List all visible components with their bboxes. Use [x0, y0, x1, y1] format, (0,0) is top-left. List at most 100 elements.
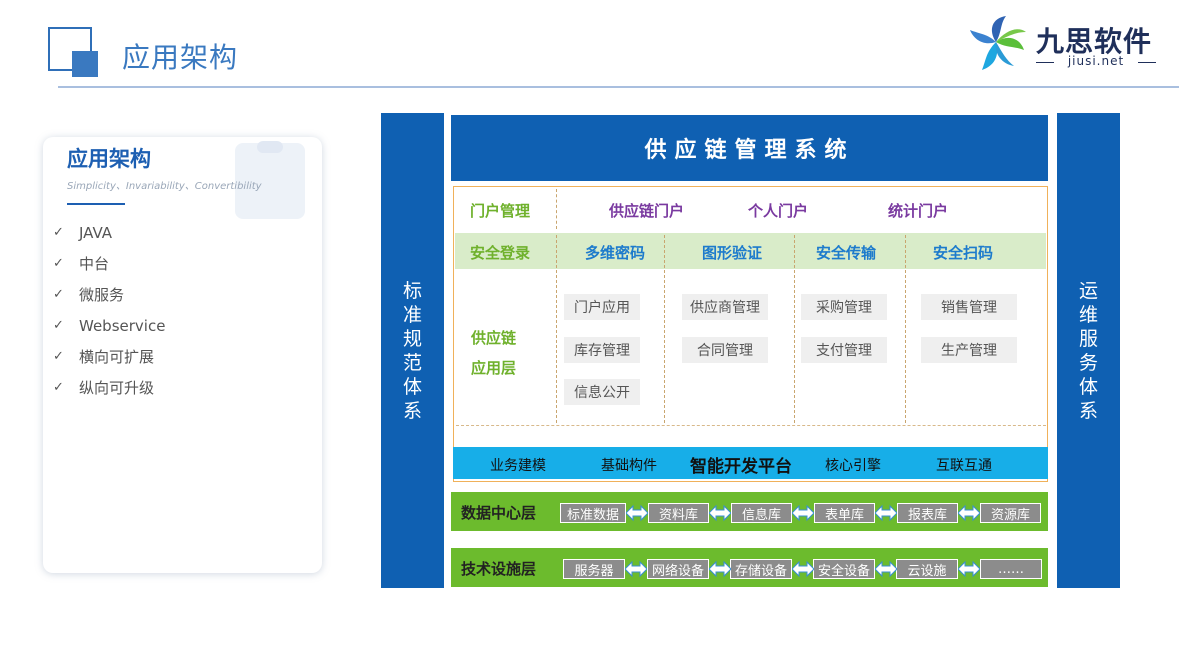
module-box: 采购管理	[801, 294, 887, 320]
list-item-label: JAVA	[79, 223, 113, 242]
list-item: ✓ 纵向可升级	[53, 372, 165, 403]
module-box: 库存管理	[564, 337, 640, 363]
portal-item: 统计门户	[888, 202, 949, 220]
module-box: 支付管理	[801, 337, 887, 363]
double-arrow-icon	[958, 504, 980, 522]
card-title-underline	[67, 203, 125, 205]
layer-chip: 安全设备	[813, 559, 875, 579]
layer-chip: 服务器	[563, 559, 625, 579]
portal-item: 个人门户	[748, 202, 809, 220]
list-item-label: 横向可扩展	[79, 348, 155, 366]
list-item-label: 微服务	[79, 286, 125, 304]
divider	[794, 235, 795, 423]
portal-item: 供应链门户	[609, 202, 685, 220]
portal-row: 门户管理 供应链门户 个人门户 统计门户	[454, 187, 1047, 231]
dev-platform-bar: 业务建模 基础构件 智能开发平台 核心引擎 互联互通	[453, 447, 1048, 479]
list-item: ✓ JAVA	[53, 217, 165, 248]
double-arrow-icon	[709, 504, 731, 522]
double-arrow-icon	[875, 560, 897, 578]
logo-swirl-icon	[970, 16, 1026, 70]
double-arrow-icon	[792, 560, 814, 578]
info-card: 应用架构 Simplicity、Invariability、Convertibi…	[43, 137, 322, 573]
module-box: 门户应用	[564, 294, 640, 320]
double-arrow-icon	[958, 560, 980, 578]
check-icon: ✓	[53, 287, 64, 302]
layer-chip: 标准数据	[560, 503, 626, 523]
list-item-label: 中台	[79, 255, 110, 273]
system-title-bar: 供应链管理系统	[451, 115, 1048, 181]
ops-service-column: 运 维 服 务 体 系	[1057, 113, 1120, 588]
app-layer-label: 供应链	[471, 329, 517, 347]
standards-system-column: 标 准 规 范 体 系	[381, 113, 444, 588]
slide: 应用架构 九思软件 jiusi.net 应用架构 Simplicity、Inva…	[0, 0, 1179, 660]
check-icon: ✓	[53, 349, 64, 364]
module-box: 销售管理	[921, 294, 1017, 320]
side-char: 规	[402, 327, 422, 350]
page-title: 应用架构	[122, 41, 239, 74]
check-icon: ✓	[53, 318, 64, 333]
double-arrow-icon	[625, 560, 647, 578]
layer-label: 技术设施层	[461, 560, 537, 578]
side-char: 维	[1078, 303, 1098, 326]
double-arrow-icon	[626, 504, 648, 522]
module-box: 供应商管理	[682, 294, 768, 320]
divider	[456, 425, 1046, 426]
side-char: 准	[402, 303, 422, 326]
divider	[905, 235, 906, 423]
security-item: 多维密码	[585, 244, 646, 262]
list-item: ✓ 横向可扩展	[53, 341, 165, 372]
list-item: ✓ Webservice	[53, 310, 165, 341]
side-char: 体	[1078, 375, 1098, 398]
card-title: 应用架构	[67, 147, 151, 171]
header-decor-square-filled	[72, 51, 98, 77]
layer-chip: 表单库	[814, 503, 875, 523]
card-subtitle: Simplicity、Invariability、Convertibility	[67, 181, 262, 192]
application-box: 门户管理 供应链门户 个人门户 统计门户 安全登录 多维密码 图形验证 安全传输…	[453, 186, 1048, 482]
list-item-label: Webservice	[79, 316, 166, 335]
double-arrow-icon	[792, 504, 814, 522]
side-char: 系	[402, 399, 422, 422]
brand-logo: 九思软件 jiusi.net	[966, 12, 1166, 72]
divider	[664, 235, 665, 423]
platform-item: 基础构件	[601, 458, 657, 474]
side-char: 标	[402, 279, 422, 302]
app-layer-label: 应用层	[471, 359, 517, 377]
platform-item: 业务建模	[490, 458, 546, 474]
double-arrow-icon	[875, 504, 897, 522]
security-item: 安全扫码	[933, 244, 994, 262]
layer-label: 数据中心层	[461, 504, 537, 522]
check-icon: ✓	[53, 380, 64, 395]
side-char: 系	[1078, 399, 1098, 422]
side-char: 服	[1078, 327, 1098, 350]
layer-chip: 资源库	[980, 503, 1041, 523]
platform-item: 核心引擎	[825, 458, 881, 474]
module-box: 信息公开	[564, 379, 640, 405]
portal-label: 门户管理	[470, 202, 531, 220]
side-char: 务	[1078, 351, 1098, 374]
security-item: 图形验证	[702, 244, 763, 262]
layer-chip: ……	[980, 559, 1042, 579]
side-char: 范	[402, 351, 422, 374]
layer-chip: 云设施	[896, 559, 958, 579]
feature-list: ✓ JAVA ✓ 中台 ✓ 微服务 ✓ Webservice ✓ 横向可扩展 ✓ 纵向可升级	[53, 217, 165, 403]
layer-chip: 信息库	[731, 503, 792, 523]
platform-title: 智能开发平台	[690, 457, 792, 477]
list-item-label: 纵向可升级	[79, 379, 155, 397]
check-icon: ✓	[53, 225, 64, 240]
module-box: 合同管理	[682, 337, 768, 363]
layer-chip: 存储设备	[730, 559, 792, 579]
security-label: 安全登录	[470, 244, 531, 262]
tech-infrastructure-layer: 技术设施层 服务器 网络设备 存储设备 安全设备 云设施 ……	[451, 548, 1048, 587]
layer-chip: 网络设备	[647, 559, 709, 579]
list-item: ✓ 微服务	[53, 279, 165, 310]
side-char: 体	[402, 375, 422, 398]
data-center-layer: 数据中心层 标准数据 资料库 信息库 表单库 报表库 资源库	[451, 492, 1048, 531]
security-row: 安全登录 多维密码 图形验证 安全传输 安全扫码	[455, 233, 1046, 269]
divider	[556, 189, 557, 229]
divider	[556, 235, 557, 423]
header-divider	[58, 86, 1179, 88]
check-icon: ✓	[53, 256, 64, 271]
layer-chip: 报表库	[897, 503, 958, 523]
list-item: ✓ 中台	[53, 248, 165, 279]
side-char: 运	[1078, 279, 1098, 302]
